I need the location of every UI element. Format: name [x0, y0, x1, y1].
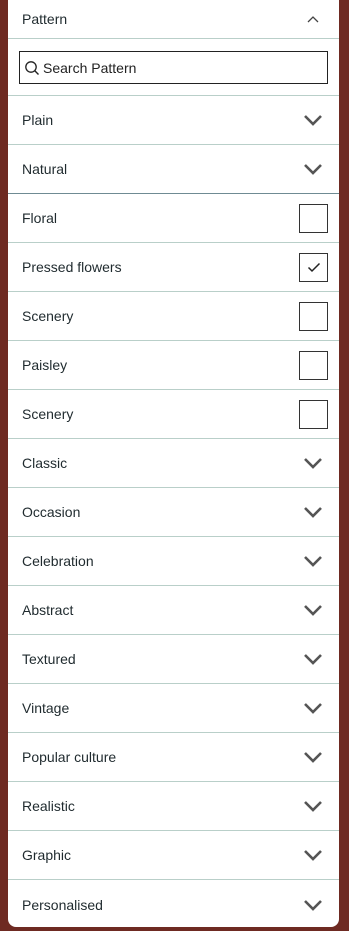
chevron-down-icon[interactable] [303, 456, 323, 470]
checkbox[interactable] [299, 301, 328, 331]
category-label: Occasion [22, 504, 81, 520]
category-row-graphic[interactable]: Graphic [8, 831, 339, 880]
category-label: Textured [22, 651, 76, 667]
category-row-vintage[interactable]: Vintage [8, 684, 339, 733]
pattern-header[interactable]: Pattern [8, 0, 339, 39]
search-section [8, 39, 339, 96]
chevron-down-icon[interactable] [303, 505, 323, 519]
checkbox-row-scenery-2[interactable]: Scenery [8, 390, 339, 439]
checkbox-checked[interactable] [299, 252, 328, 282]
checkbox-label: Pressed flowers [22, 259, 122, 275]
pattern-filter-panel: Pattern Plain Natural Floral Pressed flo… [8, 0, 339, 927]
category-label: Classic [22, 455, 68, 471]
category-label: Graphic [22, 847, 72, 863]
chevron-down-icon[interactable] [303, 701, 323, 715]
checkbox[interactable] [299, 203, 328, 233]
chevron-down-icon[interactable] [303, 162, 323, 176]
checkbox-label: Floral [22, 210, 58, 226]
category-row-celebration[interactable]: Celebration [8, 537, 339, 586]
category-row-abstract[interactable]: Abstract [8, 586, 339, 635]
category-row-natural[interactable]: Natural [8, 145, 339, 194]
pattern-title: Pattern [22, 11, 68, 27]
chevron-up-icon[interactable] [307, 13, 319, 25]
category-row-occasion[interactable]: Occasion [8, 488, 339, 537]
category-label: Realistic [22, 798, 75, 814]
search-icon [25, 60, 39, 75]
category-row-popular-culture[interactable]: Popular culture [8, 733, 339, 782]
checkbox-label: Scenery [22, 308, 74, 324]
checkmark-icon [307, 262, 320, 272]
checkbox-row-pressed-flowers[interactable]: Pressed flowers [8, 243, 339, 292]
chevron-down-icon[interactable] [303, 603, 323, 617]
category-label: Natural [22, 161, 68, 177]
checkbox-label: Scenery [22, 406, 74, 422]
category-label: Abstract [22, 602, 74, 618]
chevron-down-icon[interactable] [303, 113, 323, 127]
search-input[interactable] [43, 59, 313, 76]
chevron-down-icon[interactable] [303, 750, 323, 764]
category-row-textured[interactable]: Textured [8, 635, 339, 684]
checkbox-row-scenery[interactable]: Scenery [8, 292, 339, 341]
checkbox[interactable] [299, 399, 328, 429]
category-row-realistic[interactable]: Realistic [8, 782, 339, 831]
category-label: Personalised [22, 896, 103, 913]
checkbox-label: Paisley [22, 357, 68, 373]
chevron-down-icon[interactable] [303, 554, 323, 568]
category-row-classic[interactable]: Classic [8, 439, 339, 488]
checkbox-row-floral[interactable]: Floral [8, 194, 339, 243]
checkbox[interactable] [299, 350, 328, 380]
category-label: Vintage [22, 700, 70, 716]
checkbox-row-paisley[interactable]: Paisley [8, 341, 339, 390]
category-label: Celebration [22, 553, 94, 569]
category-row-personalised[interactable]: Personalised [8, 880, 339, 927]
search-box[interactable] [19, 51, 328, 84]
chevron-down-icon[interactable] [303, 898, 323, 912]
category-row-plain[interactable]: Plain [8, 96, 339, 145]
chevron-down-icon[interactable] [303, 848, 323, 862]
chevron-down-icon[interactable] [303, 799, 323, 813]
chevron-down-icon[interactable] [303, 652, 323, 666]
category-label: Plain [22, 112, 54, 128]
category-label: Popular culture [22, 749, 117, 765]
